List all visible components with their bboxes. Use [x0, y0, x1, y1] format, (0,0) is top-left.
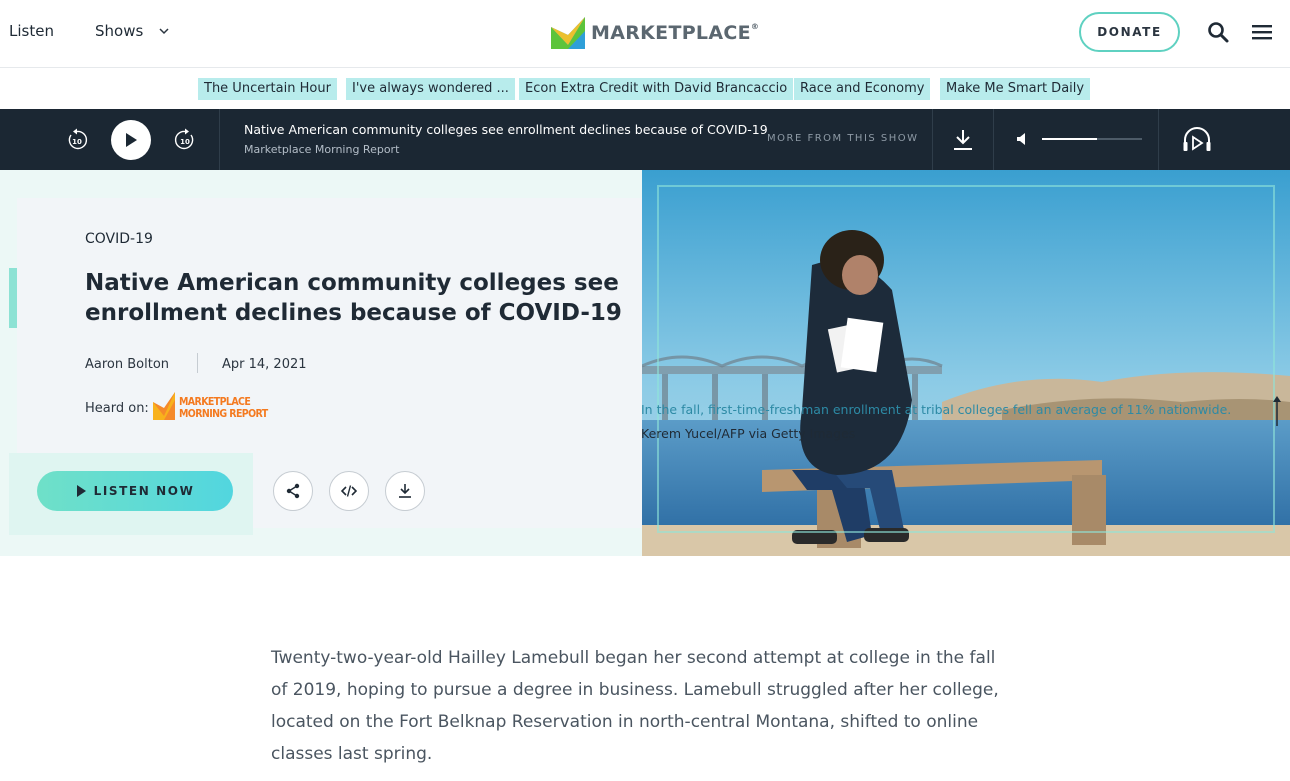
- play-button[interactable]: [111, 120, 151, 160]
- skip-back-label: 10: [72, 138, 82, 146]
- player-episode-title[interactable]: Native American community colleges see e…: [244, 122, 768, 137]
- share-button[interactable]: [273, 471, 313, 511]
- chevron-down-icon[interactable]: [157, 24, 171, 38]
- pill-econ-extra-credit[interactable]: Econ Extra Credit with David Brancaccio: [519, 78, 794, 100]
- more-from-this-show-link[interactable]: MORE FROM THIS SHOW: [767, 133, 919, 144]
- article-author[interactable]: Aaron Bolton: [85, 357, 169, 372]
- skip-forward-label: 10: [180, 138, 190, 146]
- player-divider: [1158, 109, 1159, 170]
- player-divider: [932, 109, 933, 170]
- show-logo-line2: MORNING REPORT: [179, 408, 269, 420]
- download-icon: [399, 484, 411, 498]
- donate-button[interactable]: DONATE: [1079, 12, 1180, 52]
- play-icon: [126, 133, 137, 147]
- marketplace-logo-mark-icon: [551, 17, 585, 49]
- pill-uncertain-hour[interactable]: The Uncertain Hour: [198, 78, 337, 100]
- player-show-name[interactable]: Marketplace Morning Report: [244, 143, 399, 156]
- photo-caption: In the fall, first-time-freshman enrollm…: [641, 402, 1232, 417]
- logo-registered-mark: ®: [750, 22, 760, 31]
- volume-icon[interactable]: [1016, 132, 1030, 146]
- article-date: Apr 14, 2021: [222, 357, 307, 372]
- accent-bar: [9, 268, 17, 328]
- menu-icon[interactable]: [1250, 20, 1274, 44]
- embed-button[interactable]: [329, 471, 369, 511]
- nav-shows-link[interactable]: Shows: [95, 22, 143, 40]
- logo-text: MARKETPLACE: [591, 22, 751, 44]
- play-icon: [76, 485, 86, 497]
- pill-always-wondered[interactable]: I've always wondered ...: [346, 78, 515, 100]
- nav-listen-link[interactable]: Listen: [9, 22, 54, 40]
- download-icon[interactable]: [952, 128, 974, 152]
- article-hero: COVID-19 Native American community colle…: [0, 170, 1290, 556]
- show-logo-line1: MARKETPLACE: [179, 396, 250, 408]
- skip-forward-icon[interactable]: 10: [172, 127, 198, 153]
- player-divider: [993, 109, 994, 170]
- listen-now-label: LISTEN NOW: [93, 484, 195, 498]
- article-body-paragraph: Twenty-two-year-old Hailley Lamebull beg…: [271, 648, 999, 764]
- hero-photo: [642, 170, 1290, 556]
- audio-player: 10 10 Native American community colleges…: [0, 109, 1290, 170]
- featured-shows-bar: The Uncertain Hour I've always wondered …: [0, 69, 1290, 109]
- code-embed-icon: [341, 485, 357, 497]
- pill-race-and-economy[interactable]: Race and Economy: [794, 78, 931, 100]
- listen-now-button[interactable]: LISTEN NOW: [37, 471, 233, 511]
- article-headline: Native American community colleges see e…: [85, 270, 622, 326]
- byline-divider: [197, 353, 198, 373]
- volume-slider[interactable]: [1042, 138, 1142, 140]
- pill-make-me-smart[interactable]: Make Me Smart Daily: [940, 78, 1091, 100]
- share-icon: [286, 483, 300, 499]
- scroll-to-top-arrow-icon[interactable]: [1270, 394, 1284, 428]
- marketplace-morning-report-logo[interactable]: MARKETPLACE MORNING REPORT: [153, 392, 277, 420]
- article-category[interactable]: COVID-19: [85, 231, 153, 247]
- volume-slider-fill: [1042, 138, 1097, 140]
- marketplace-logo[interactable]: MARKETPLACE®: [551, 16, 759, 50]
- headphones-playlist-icon[interactable]: [1182, 126, 1212, 154]
- player-divider: [219, 109, 220, 170]
- heard-on-label: Heard on:: [85, 401, 149, 416]
- top-navigation: Listen Shows MARKETPLACE® DONATE: [0, 0, 1290, 68]
- photo-credit: Kerem Yucel/AFP via Getty Images: [641, 426, 856, 441]
- download-button[interactable]: [385, 471, 425, 511]
- skip-back-icon[interactable]: 10: [64, 127, 90, 153]
- search-icon[interactable]: [1206, 20, 1230, 44]
